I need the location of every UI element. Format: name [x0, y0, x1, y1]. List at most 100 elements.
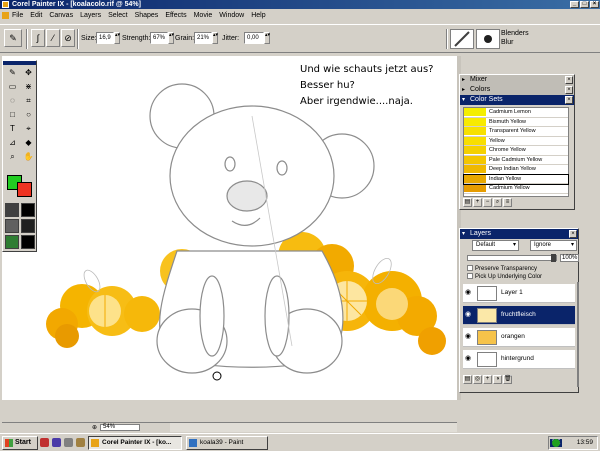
color-swatch[interactable]: [464, 155, 486, 164]
document-icon[interactable]: [2, 12, 9, 19]
menu-layers[interactable]: Layers: [80, 12, 101, 19]
layer-row[interactable]: ◉ fruchtfleisch: [463, 306, 575, 325]
layers-scrollbar[interactable]: [577, 282, 579, 387]
composite-method-select[interactable]: Default ▾: [472, 240, 519, 251]
horizontal-scrollbar[interactable]: [170, 423, 457, 432]
colors-panel-header[interactable]: ▸ Colors ×: [460, 85, 574, 95]
size-input[interactable]: 16,9: [96, 32, 114, 44]
color-set-library-icon[interactable]: ▤: [463, 198, 472, 207]
color-sets-close-icon[interactable]: ×: [565, 96, 573, 104]
opacity-slider-handle[interactable]: [551, 254, 556, 262]
opacity-slider[interactable]: [467, 254, 557, 262]
color-swatch[interactable]: [464, 165, 486, 174]
quicklaunch-desktop-icon[interactable]: [76, 438, 85, 447]
shape-selection-icon[interactable]: ⌖: [21, 122, 36, 135]
brush-category-selector[interactable]: [450, 29, 474, 49]
weaving-selector-icon[interactable]: [21, 219, 35, 233]
strength-input[interactable]: 67%: [150, 32, 168, 44]
color-set-add-icon[interactable]: +: [473, 198, 482, 207]
tray-status-icon[interactable]: [552, 439, 560, 447]
menu-help[interactable]: Help: [251, 12, 265, 19]
brush-icon[interactable]: ✎: [5, 66, 20, 79]
freehand-stroke-icon[interactable]: ∫: [31, 29, 45, 47]
close-button[interactable]: ×: [590, 1, 599, 8]
menu-edit[interactable]: Edit: [30, 12, 42, 19]
layers-close-icon[interactable]: ×: [569, 230, 577, 238]
start-button[interactable]: Start: [2, 436, 38, 450]
magic-wand-icon[interactable]: ⋇: [21, 80, 36, 93]
gradient-selector-icon[interactable]: [21, 203, 35, 217]
brush-tool-icon[interactable]: ✎: [4, 29, 22, 47]
menu-select[interactable]: Select: [108, 12, 127, 19]
colors-close-icon[interactable]: ×: [565, 86, 573, 94]
color-swatch[interactable]: [464, 117, 486, 126]
grain-spinner[interactable]: ▴▾: [212, 32, 218, 44]
layers-panel-header[interactable]: ▾ Layers ×: [460, 229, 578, 239]
menu-canvas[interactable]: Canvas: [49, 12, 73, 19]
quicklaunch-opera-icon[interactable]: [40, 438, 49, 447]
layer-adjuster-icon[interactable]: ✥: [21, 66, 36, 79]
nozzle-selector-icon[interactable]: [5, 235, 19, 249]
rectangle-select-icon[interactable]: ▭: [5, 80, 20, 93]
taskbar-task-button[interactable]: Corel Painter IX - [ko...: [88, 436, 182, 450]
grain-input[interactable]: 21%: [194, 32, 212, 44]
quicklaunch-explorer-icon[interactable]: [64, 438, 73, 447]
color-set-item[interactable]: Bismuth Yellow: [464, 117, 568, 127]
new-layer-icon[interactable]: +: [483, 375, 492, 384]
pick-up-underlying-color-checkbox[interactable]: Pick Up Underlying Color: [467, 273, 542, 281]
brush-variant-selector[interactable]: [476, 29, 500, 49]
shape-rectangle-icon[interactable]: □: [5, 108, 20, 121]
jitter-input[interactable]: 0,00: [244, 32, 264, 44]
menu-file[interactable]: File: [12, 12, 23, 19]
color-sets-panel-header[interactable]: ▾ Color Sets ×: [460, 95, 574, 105]
opacity-value[interactable]: 100%: [560, 254, 580, 262]
visibility-eye-icon[interactable]: ◉: [465, 355, 473, 363]
crop-icon[interactable]: ⌗: [21, 94, 36, 107]
layer-row[interactable]: ◉ orangen: [463, 328, 575, 347]
strength-spinner[interactable]: ▴▾: [168, 32, 174, 44]
color-set-item[interactable]: Cadmium Lemon: [464, 108, 568, 118]
dropper-icon[interactable]: ⊿: [5, 136, 20, 149]
taskbar-task-button[interactable]: koala39 - Paint: [186, 436, 268, 450]
color-set-options-icon[interactable]: ≡: [503, 198, 512, 207]
preserve-transparency-checkbox[interactable]: Preserve Transparency: [467, 265, 537, 273]
color-set-item[interactable]: Chrome Yellow: [464, 146, 568, 156]
size-spinner[interactable]: ▴▾: [114, 32, 120, 44]
checkbox-box[interactable]: [467, 273, 473, 280]
jitter-spinner[interactable]: ▴▾: [264, 32, 270, 44]
mixer-panel-header[interactable]: ▸ Mixer ×: [460, 75, 574, 85]
menu-window[interactable]: Window: [219, 12, 244, 19]
lasso-icon[interactable]: ◌: [5, 94, 20, 107]
additional-color-swatch[interactable]: [17, 182, 32, 197]
color-swatch[interactable]: [464, 136, 486, 145]
color-swatch[interactable]: [464, 146, 486, 155]
color-swatch[interactable]: [464, 174, 486, 183]
zoom-icon[interactable]: ⊕: [92, 424, 97, 431]
straight-line-icon[interactable]: ⁄: [46, 29, 60, 47]
color-set-delete-icon[interactable]: −: [483, 198, 492, 207]
text-tool-icon[interactable]: T: [5, 122, 20, 135]
dynamic-plugins-icon[interactable]: ◎: [473, 375, 482, 384]
color-set-item[interactable]: Pale Cadmium Yellow: [464, 155, 568, 165]
color-set-item[interactable]: Transparent Yellow: [464, 127, 568, 137]
minimize-button[interactable]: _: [570, 1, 579, 8]
color-swatch[interactable]: [464, 108, 486, 117]
visibility-eye-icon[interactable]: ◉: [465, 289, 473, 297]
zoom-level[interactable]: 54%: [100, 423, 141, 431]
color-swatch[interactable]: [464, 127, 486, 136]
layer-commands-icon[interactable]: ▤: [463, 375, 472, 384]
paper-selector-icon[interactable]: [5, 203, 19, 217]
composite-depth-select[interactable]: Ignore ▾: [530, 240, 577, 251]
layer-mask-icon[interactable]: ◑: [493, 375, 502, 384]
magnifier-icon[interactable]: ⌕: [5, 150, 20, 163]
color-set-item[interactable]: Indian Yellow: [463, 173, 569, 185]
brush-ghost-icon[interactable]: ⊘: [61, 29, 75, 47]
color-swatch[interactable]: [464, 184, 486, 193]
color-set-item[interactable]: Yellow: [464, 136, 568, 146]
menu-effects[interactable]: Effects: [165, 12, 186, 19]
grabber-hand-icon[interactable]: ✋: [21, 150, 36, 163]
color-set-item[interactable]: Deep Indian Yellow: [464, 165, 568, 175]
look-selector-icon[interactable]: [21, 235, 35, 249]
color-set-item[interactable]: Cadmium Yellow: [464, 184, 568, 194]
menu-movie[interactable]: Movie: [194, 12, 213, 19]
